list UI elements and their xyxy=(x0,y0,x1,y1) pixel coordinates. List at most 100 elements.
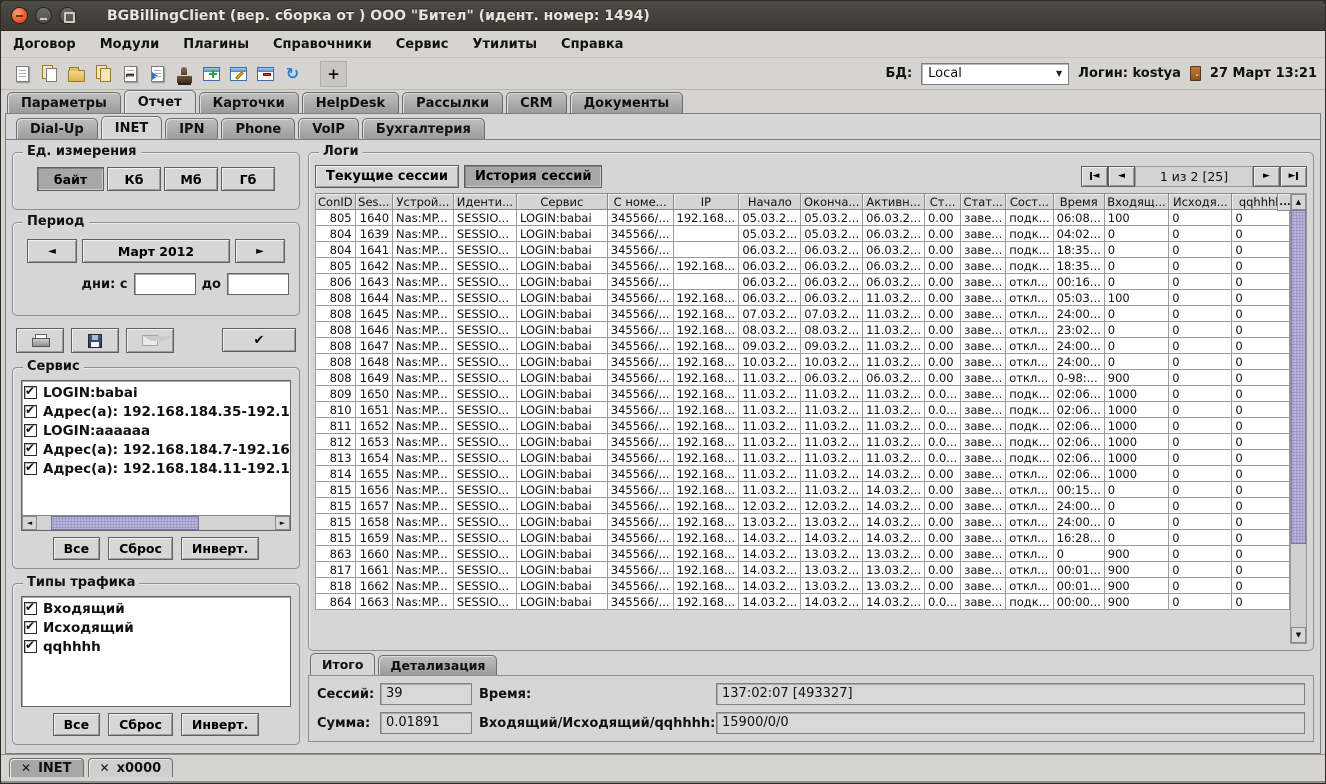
window-minimize-button[interactable] xyxy=(35,7,52,24)
column-header[interactable]: Входящ... xyxy=(1104,194,1168,210)
service-invert-button[interactable]: Инверт. xyxy=(181,537,259,560)
menu-item[interactable]: Модули xyxy=(100,37,159,52)
column-header[interactable]: Сост... xyxy=(1006,194,1053,210)
service-list-item[interactable]: LOGIN:aaaaaa xyxy=(24,421,288,440)
table-vscrollbar[interactable]: ▲ ▼ xyxy=(1290,193,1307,644)
day-to-input[interactable] xyxy=(227,273,289,295)
add-tab-button[interactable]: + xyxy=(320,61,347,87)
main-tab[interactable]: Параметры xyxy=(7,92,121,113)
module-tab[interactable]: Dial-Up xyxy=(16,118,98,139)
unit-button[interactable]: Кб xyxy=(107,167,161,191)
checkbox-icon[interactable] xyxy=(24,405,37,418)
traffic-all-button[interactable]: Все xyxy=(53,713,100,736)
hscroll-thumb[interactable] xyxy=(51,516,199,530)
table-row[interactable]: 8101651Nas:MP...SESSIO...LOGIN:babai3455… xyxy=(316,402,1290,418)
table-row[interactable]: 8081644Nas:MP...SESSIO...LOGIN:babai3455… xyxy=(316,290,1290,306)
window-tab[interactable]: ✕ INET xyxy=(9,758,84,777)
module-tab[interactable]: Бухгалтерия xyxy=(362,118,485,139)
table-row[interactable]: 8091650Nas:MP...SESSIO...LOGIN:babai3455… xyxy=(316,386,1290,402)
module-tab[interactable]: VoIP xyxy=(298,118,359,139)
refresh-button[interactable]: ↻ xyxy=(279,61,306,87)
column-config-button[interactable]: ... xyxy=(1277,193,1290,211)
table-row[interactable]: 8081645Nas:MP...SESSIO...LOGIN:babai3455… xyxy=(316,306,1290,322)
table-row[interactable]: 8051640Nas:MP...SESSIO...LOGIN:babai3455… xyxy=(316,210,1290,226)
column-header[interactable]: С номе... xyxy=(607,194,673,210)
column-header[interactable]: Ses... xyxy=(355,194,392,210)
add-window-button[interactable] xyxy=(198,61,225,87)
main-tab[interactable]: Карточки xyxy=(199,92,299,113)
menu-item[interactable]: Плагины xyxy=(183,37,249,52)
traffic-list-item[interactable]: qqhhhh xyxy=(24,637,288,656)
table-row[interactable]: 8151658Nas:MP...SESSIO...LOGIN:babai3455… xyxy=(316,514,1290,530)
column-header[interactable]: Оконча... xyxy=(801,194,863,210)
open-folder-button[interactable] xyxy=(63,61,90,87)
column-header[interactable]: IP xyxy=(673,194,739,210)
main-tab[interactable]: Отчет xyxy=(124,90,196,113)
window-tab[interactable]: ✕ x0000 xyxy=(88,758,174,777)
column-header[interactable]: Исходя... xyxy=(1169,194,1232,210)
traffic-invert-button[interactable]: Инверт. xyxy=(181,713,259,736)
table-row[interactable]: 8051642Nas:MP...SESSIO...LOGIN:babai3455… xyxy=(316,258,1290,274)
column-header[interactable]: Время xyxy=(1053,194,1104,210)
documents-button[interactable] xyxy=(90,61,117,87)
copy-document-button[interactable] xyxy=(36,61,63,87)
prev-month-button[interactable]: ◄ xyxy=(27,239,77,263)
remove-window-button[interactable] xyxy=(252,61,279,87)
day-from-input[interactable] xyxy=(134,273,196,295)
service-reset-button[interactable]: Сброс xyxy=(108,537,173,560)
month-button[interactable]: Март 2012 xyxy=(82,239,230,263)
module-tab[interactable]: INET xyxy=(101,116,162,139)
prev-page-button[interactable]: ◄ xyxy=(1108,166,1135,187)
column-header[interactable]: Иденти... xyxy=(453,194,516,210)
column-header[interactable]: Активн... xyxy=(863,194,925,210)
apply-button[interactable]: ✔ xyxy=(222,328,296,352)
checkbox-icon[interactable] xyxy=(24,424,37,437)
checkbox-icon[interactable] xyxy=(24,602,37,615)
service-list-item[interactable]: Адрес(а): 192.168.184.11-192.168. xyxy=(24,459,288,478)
next-page-button[interactable]: ► xyxy=(1253,166,1280,187)
logout-door-icon[interactable] xyxy=(1190,66,1201,81)
scroll-up-icon[interactable]: ▲ xyxy=(1291,194,1306,210)
column-header[interactable]: Стат... xyxy=(961,194,1006,210)
checkbox-icon[interactable] xyxy=(24,443,37,456)
table-row[interactable]: 8181662Nas:MP...SESSIO...LOGIN:babai3455… xyxy=(316,578,1290,594)
column-header[interactable]: Устрой... xyxy=(393,194,454,210)
table-row[interactable]: 8631660Nas:MP...SESSIO...LOGIN:babai3455… xyxy=(316,546,1290,562)
mail-button[interactable] xyxy=(126,328,174,353)
checkbox-icon[interactable] xyxy=(24,462,37,475)
main-tab[interactable]: CRM xyxy=(506,92,567,113)
close-tab-icon[interactable]: ✕ xyxy=(21,761,31,775)
current-sessions-button[interactable]: Текущие сессии xyxy=(315,165,459,188)
traffic-list-item[interactable]: Исходящий xyxy=(24,618,288,637)
new-document-button[interactable] xyxy=(9,61,36,87)
table-row[interactable]: 8111652Nas:MP...SESSIO...LOGIN:babai3455… xyxy=(316,418,1290,434)
unit-button[interactable]: Гб xyxy=(221,167,275,191)
service-list-item[interactable]: LOGIN:babai xyxy=(24,383,288,402)
menu-item[interactable]: Справочники xyxy=(273,37,372,52)
table-row[interactable]: 8041639Nas:MP...SESSIO...LOGIN:babai3455… xyxy=(316,226,1290,242)
close-tab-icon[interactable]: ✕ xyxy=(100,761,110,775)
table-row[interactable]: 8151659Nas:MP...SESSIO...LOGIN:babai3455… xyxy=(316,530,1290,546)
vscroll-thumb[interactable] xyxy=(1291,210,1306,544)
table-row[interactable]: 8151657Nas:MP...SESSIO...LOGIN:babai3455… xyxy=(316,498,1290,514)
table-row[interactable]: 8081647Nas:MP...SESSIO...LOGIN:babai3455… xyxy=(316,338,1290,354)
first-page-button[interactable]: ◄ xyxy=(1081,166,1108,187)
table-row[interactable]: 8041641Nas:MP...SESSIO...LOGIN:babai3455… xyxy=(316,242,1290,258)
main-tab[interactable]: Документы xyxy=(570,92,684,113)
traffic-list-item[interactable]: Входящий xyxy=(24,599,288,618)
menu-item[interactable]: Утилиты xyxy=(472,37,537,52)
table-row[interactable]: 8081648Nas:MP...SESSIO...LOGIN:babai3455… xyxy=(316,354,1290,370)
table-row[interactable]: 8061643Nas:MP...SESSIO...LOGIN:babai3455… xyxy=(316,274,1290,290)
summary-tab[interactable]: Детализация xyxy=(378,655,497,675)
window-maximize-button[interactable] xyxy=(59,7,76,24)
db-select[interactable]: Local ▼ xyxy=(921,63,1069,85)
unit-button[interactable]: Мб xyxy=(164,167,218,191)
traffic-reset-button[interactable]: Сброс xyxy=(108,713,173,736)
save-button[interactable] xyxy=(71,328,119,353)
service-list[interactable]: LOGIN:babai Адрес(а): 192.168.184.35-192… xyxy=(21,380,291,531)
table-row[interactable]: 8081649Nas:MP...SESSIO...LOGIN:babai3455… xyxy=(316,370,1290,386)
column-header[interactable]: Начало xyxy=(739,194,801,210)
checkbox-icon[interactable] xyxy=(24,621,37,634)
unit-button[interactable]: байт xyxy=(37,167,104,191)
column-header[interactable]: Ст... xyxy=(924,194,960,210)
